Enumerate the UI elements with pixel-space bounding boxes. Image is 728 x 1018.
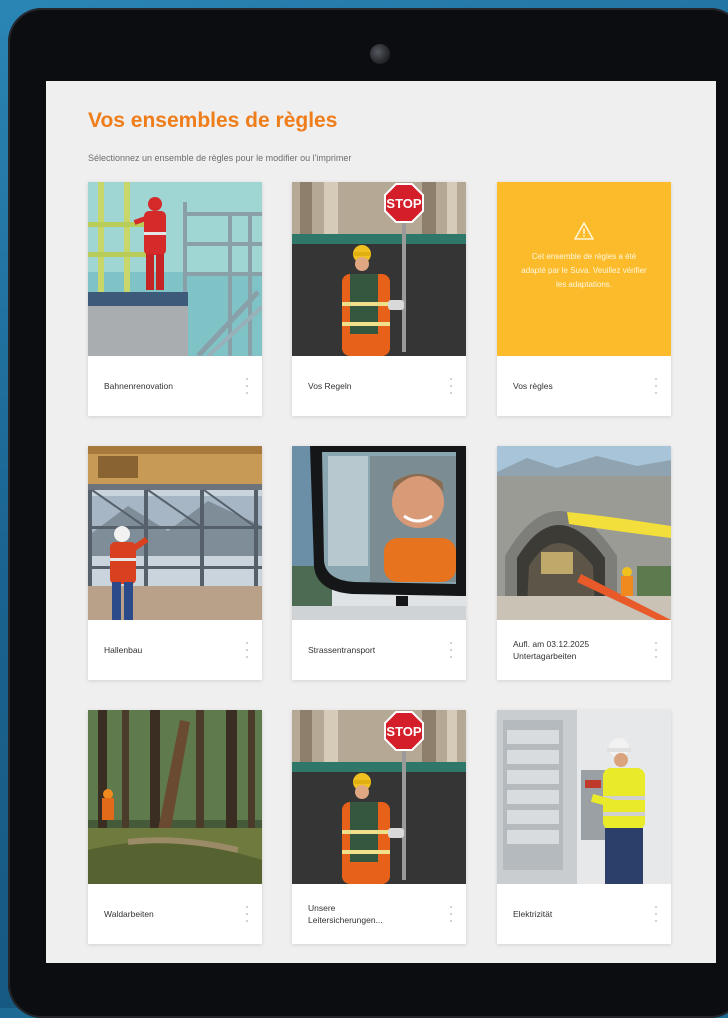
rule-set-card-vos-regeln[interactable]: STOP Vos Regeln [292,182,466,416]
page-subtitle: Sélectionnez un ensemble de règles pour … [88,153,352,163]
card-footer: Vos Regeln [292,356,466,416]
forest-work-photo [88,710,262,884]
rule-set-card-bahnenrenovation[interactable]: Bahnenrenovation [88,182,262,416]
card-title: Vos Regeln [308,380,352,391]
worker-on-scaffold-photo [88,182,262,356]
electrician-photo [497,710,671,884]
more-vertical-icon[interactable] [244,906,250,922]
notice-text: Cet ensemble de règles a été adapté par … [521,252,647,289]
stop-sign-worker-photo: STOP [292,710,466,884]
more-vertical-icon[interactable] [653,642,659,658]
more-vertical-icon[interactable] [448,642,454,658]
more-vertical-icon[interactable] [448,378,454,394]
card-footer: Aufl. am 03.12.2025 Untertagarbeiten [497,620,671,680]
rule-set-card-elektrizitaet[interactable]: Elektrizität [497,710,671,944]
card-title-line-2: Untertagarbeiten [513,651,577,661]
card-title: Strassentransport [308,644,376,655]
card-footer: Unsere Leitersicherungen... [292,884,466,944]
rule-set-card-hallenbau[interactable]: Hallenbau [88,446,262,680]
rule-set-card-untertagarbeiten[interactable]: Aufl. am 03.12.2025 Untertagarbeiten [497,446,671,680]
more-vertical-icon[interactable] [244,642,250,658]
hall-construction-worker-photo [88,446,262,620]
tunnel-construction-photo [497,446,671,620]
tablet-frame: Vos ensembles de règles Sélectionnez un … [8,8,728,1018]
card-title: Unsere Leitersicherungen... [308,884,440,944]
rule-set-card-waldarbeiten[interactable]: Waldarbeiten [88,710,262,944]
camera-icon [370,44,390,64]
card-footer: Hallenbau [88,620,262,680]
card-title-line-1: Aufl. am 03.12.2025 [513,638,590,649]
card-footer: Strassentransport [292,620,466,680]
truck-driver-mirror-photo [292,446,466,620]
card-title-line-1: Unsere [308,902,336,913]
stop-sign-worker-photo: STOP [292,182,466,356]
card-footer: Vos règles [497,356,671,416]
more-vertical-icon[interactable] [244,378,250,394]
more-vertical-icon[interactable] [653,378,659,394]
app-screen: Vos ensembles de règles Sélectionnez un … [46,81,716,963]
card-footer: Bahnenrenovation [88,356,262,416]
card-title-line-2: Leitersicherungen... [308,915,383,925]
rule-set-card-strassentransport[interactable]: Strassentransport [292,446,466,680]
rule-set-card-leitersicherungen[interactable]: STOP Unsere Leitersicherungen... [292,710,466,944]
card-footer: Waldarbeiten [88,884,262,944]
page-title: Vos ensembles de règles [88,109,338,132]
adaptation-notice: Cet ensemble de règles a été adapté par … [497,182,671,356]
svg-text:STOP: STOP [386,724,421,739]
card-title: Bahnenrenovation [104,380,174,391]
warning-icon [574,222,594,240]
card-title: Elektrizität [513,908,553,919]
card-title: Hallenbau [104,644,143,655]
svg-text:STOP: STOP [386,196,421,211]
card-title: Vos règles [513,380,553,391]
card-title: Waldarbeiten [104,908,154,919]
card-footer: Elektrizität [497,884,671,944]
rule-set-card-vos-regles[interactable]: Cet ensemble de règles a été adapté par … [497,182,671,416]
more-vertical-icon[interactable] [448,906,454,922]
card-title: Aufl. am 03.12.2025 Untertagarbeiten [513,620,645,680]
more-vertical-icon[interactable] [653,906,659,922]
